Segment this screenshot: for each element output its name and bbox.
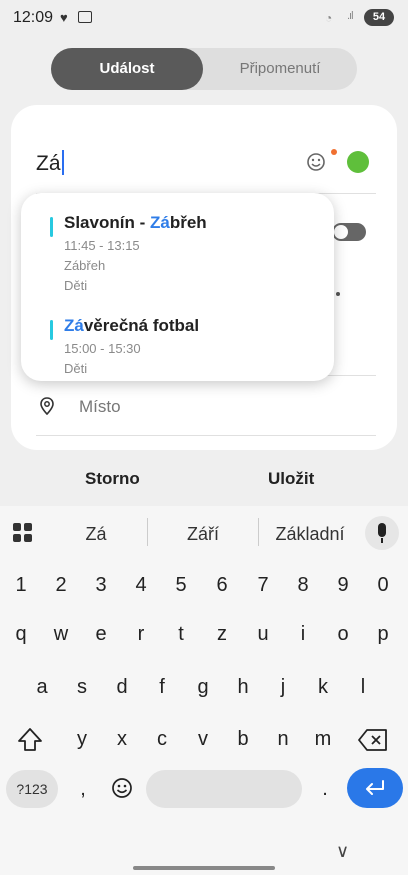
suggestion-item[interactable]: Závěrečná fotbal 15:00 - 15:30 Děti	[21, 316, 334, 376]
symbols-key[interactable]: ?123	[6, 770, 58, 808]
suggestion-title: Závěrečná fotbal	[64, 316, 200, 335]
event-type-switch: Událost Připomenutí	[51, 48, 357, 90]
key-y[interactable]: y	[67, 724, 97, 754]
location-input[interactable]: Místo	[79, 397, 121, 417]
key-z[interactable]: z	[207, 619, 237, 649]
key-5[interactable]: 5	[166, 570, 196, 600]
calendar-color-bar	[50, 217, 53, 237]
status-bar: 12:09 ♥ ◔ .ıl 54	[0, 0, 408, 36]
divider	[258, 518, 259, 546]
key-j[interactable]: j	[268, 672, 298, 702]
suggestion-time: 11:45 - 13:15	[64, 238, 140, 253]
cancel-button[interactable]: Storno	[85, 469, 140, 489]
tab-reminder[interactable]: Připomenutí	[203, 48, 357, 90]
title-suggestions-popup: Slavonín - Zábřeh 11:45 - 13:15 Zábřeh D…	[21, 193, 334, 381]
key-n[interactable]: n	[268, 724, 298, 754]
key-p[interactable]: p	[368, 619, 398, 649]
suggestion-time: 15:00 - 15:30	[64, 341, 141, 356]
key-2[interactable]: 2	[46, 570, 76, 600]
key-m[interactable]: m	[308, 724, 338, 754]
keyboard: Zá Září Základní 1 2 3 4 5 6 7 8 9 0 q w…	[0, 506, 408, 875]
key-b[interactable]: b	[228, 724, 258, 754]
space-bar[interactable]	[146, 770, 302, 808]
key-i[interactable]: i	[288, 619, 318, 649]
key-d[interactable]: d	[107, 672, 137, 702]
shift-icon[interactable]	[16, 726, 44, 754]
chevron-down-icon[interactable]: ∨	[336, 841, 349, 862]
all-day-toggle[interactable]	[332, 223, 366, 241]
key-9[interactable]: 9	[328, 570, 358, 600]
key-7[interactable]: 7	[248, 570, 278, 600]
wifi-icon: ◔	[325, 11, 333, 25]
key-f[interactable]: f	[147, 672, 177, 702]
key-4[interactable]: 4	[126, 570, 156, 600]
key-6[interactable]: 6	[207, 570, 237, 600]
suggestion-calendar: Děti	[64, 278, 88, 293]
key-h[interactable]: h	[228, 672, 258, 702]
event-title-input[interactable]: Zá	[36, 149, 64, 176]
sticker-badge	[331, 149, 337, 155]
word-suggestion[interactable]: Základní	[268, 524, 352, 545]
word-suggestion[interactable]: Září	[170, 524, 236, 545]
home-indicator	[133, 866, 275, 870]
key-t[interactable]: t	[166, 619, 196, 649]
backspace-icon[interactable]	[358, 728, 388, 752]
key-r[interactable]: r	[126, 619, 156, 649]
tab-event[interactable]: Událost	[51, 48, 203, 90]
key-w[interactable]: w	[46, 619, 76, 649]
key-x[interactable]: x	[107, 724, 137, 754]
suggestion-item[interactable]: Slavonín - Zábřeh 11:45 - 13:15 Zábřeh D…	[21, 213, 334, 303]
suggestion-title: Slavonín - Zábřeh	[64, 213, 207, 232]
heart-icon: ♥	[60, 10, 68, 25]
apps-grid-icon[interactable]	[13, 523, 33, 543]
screenshot-icon	[78, 11, 92, 23]
key-c[interactable]: c	[147, 724, 177, 754]
key-k[interactable]: k	[308, 672, 338, 702]
sticker-icon[interactable]	[306, 152, 326, 172]
event-title-value: Zá	[36, 152, 61, 175]
key-s[interactable]: s	[67, 672, 97, 702]
key-e[interactable]: e	[86, 619, 116, 649]
divider	[147, 518, 148, 546]
suggestion-calendar: Děti	[64, 361, 88, 376]
key-l[interactable]: l	[348, 672, 378, 702]
keyboard-suggestion-bar: Zá Září Základní	[0, 506, 408, 558]
action-buttons: Storno Uložit	[0, 465, 408, 495]
key-v[interactable]: v	[188, 724, 218, 754]
location-pin-icon	[40, 397, 54, 415]
key-period[interactable]: .	[310, 774, 340, 804]
suggestion-location: Zábřeh	[64, 258, 106, 273]
word-suggestion[interactable]: Zá	[68, 524, 124, 545]
signal-icon: .ıl	[347, 10, 353, 22]
enter-icon	[366, 780, 384, 795]
key-3[interactable]: 3	[86, 570, 116, 600]
save-button[interactable]: Uložit	[268, 469, 314, 489]
microphone-icon[interactable]	[365, 516, 399, 550]
key-comma[interactable]: ,	[68, 774, 98, 804]
event-color-picker[interactable]	[347, 151, 369, 173]
enter-key[interactable]	[347, 768, 403, 808]
key-0[interactable]: 0	[368, 570, 398, 600]
key-q[interactable]: q	[6, 619, 36, 649]
emoji-icon[interactable]	[111, 777, 133, 799]
hidden-row-marker	[336, 292, 340, 296]
status-time: 12:09	[13, 9, 54, 26]
key-1[interactable]: 1	[6, 570, 36, 600]
key-8[interactable]: 8	[288, 570, 318, 600]
key-u[interactable]: u	[248, 619, 278, 649]
key-g[interactable]: g	[188, 672, 218, 702]
key-o[interactable]: o	[328, 619, 358, 649]
battery-indicator: 54	[364, 9, 394, 26]
key-a[interactable]: a	[27, 672, 57, 702]
text-caret	[61, 149, 64, 175]
divider	[36, 435, 376, 436]
calendar-color-bar	[50, 320, 53, 340]
